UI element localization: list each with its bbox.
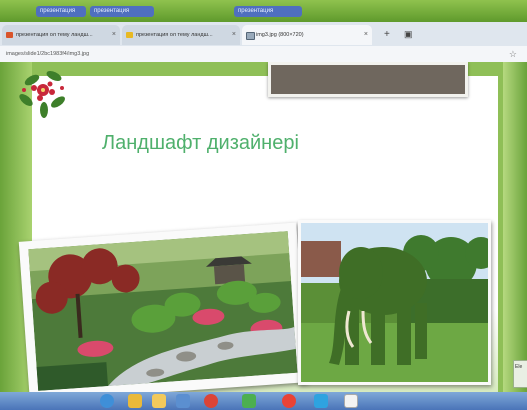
close-icon[interactable]: × bbox=[364, 25, 368, 45]
top-bar-item[interactable]: презентация bbox=[234, 6, 302, 17]
top-bar-item[interactable]: презентация bbox=[36, 6, 86, 17]
slide-border-right bbox=[503, 62, 527, 392]
browser-tab-active[interactable]: img3.jpg (800×720) × bbox=[242, 25, 372, 45]
tab-label: img3.jpg (800×720) bbox=[256, 32, 304, 38]
yandex-icon[interactable] bbox=[282, 394, 296, 408]
slide-title: Ландшафт дизайнері bbox=[102, 132, 299, 154]
address-url[interactable]: images/slide1/2bc1983f4/img3.jpg bbox=[6, 48, 89, 60]
tab-favicon-icon bbox=[246, 32, 255, 40]
address-bar[interactable]: images/slide1/2bc1983f4/img3.jpg ☆ bbox=[0, 46, 527, 63]
tab-list-icon[interactable]: ▣ bbox=[404, 29, 413, 40]
taskbar bbox=[0, 392, 527, 410]
explorer-icon[interactable] bbox=[152, 394, 166, 408]
bookmark-star-icon[interactable]: ☆ bbox=[509, 48, 517, 60]
garden-photo bbox=[18, 222, 308, 392]
skype-icon[interactable] bbox=[314, 394, 328, 408]
tab-label: презентация ол тему ландш... bbox=[16, 32, 93, 38]
browser-tab-strip: презентация ол тему ландш... × презентац… bbox=[0, 22, 527, 46]
ie-icon[interactable] bbox=[128, 394, 142, 408]
new-tab-button[interactable]: + bbox=[384, 29, 390, 40]
elephant-topiary-photo bbox=[298, 220, 491, 385]
browser-tab[interactable]: презентация ол тему ландш... × bbox=[2, 25, 120, 45]
tab-label: презентация ол тему ландш... bbox=[136, 32, 213, 38]
side-widget[interactable]: Ele bbox=[513, 360, 527, 388]
media-icon[interactable] bbox=[176, 394, 190, 408]
top-bar-item[interactable]: презентация bbox=[90, 6, 154, 17]
chrome-icon[interactable] bbox=[204, 394, 218, 408]
flower-decoration-icon bbox=[19, 71, 65, 118]
page-viewport: Ландшафт дизайнері Ele bbox=[0, 62, 527, 392]
close-icon[interactable]: × bbox=[232, 25, 236, 45]
close-icon[interactable]: × bbox=[112, 25, 116, 45]
tab-favicon-icon bbox=[126, 32, 133, 38]
start-orb-icon[interactable] bbox=[100, 394, 114, 408]
top-bar: презентация презентация презентация bbox=[0, 0, 527, 22]
paint-icon[interactable] bbox=[344, 394, 358, 408]
tab-favicon-icon bbox=[6, 32, 13, 38]
slide-grey-frame bbox=[268, 62, 468, 97]
browser-tab[interactable]: презентация ол тему ландш... × bbox=[122, 25, 240, 45]
app-a-icon[interactable] bbox=[242, 394, 256, 408]
